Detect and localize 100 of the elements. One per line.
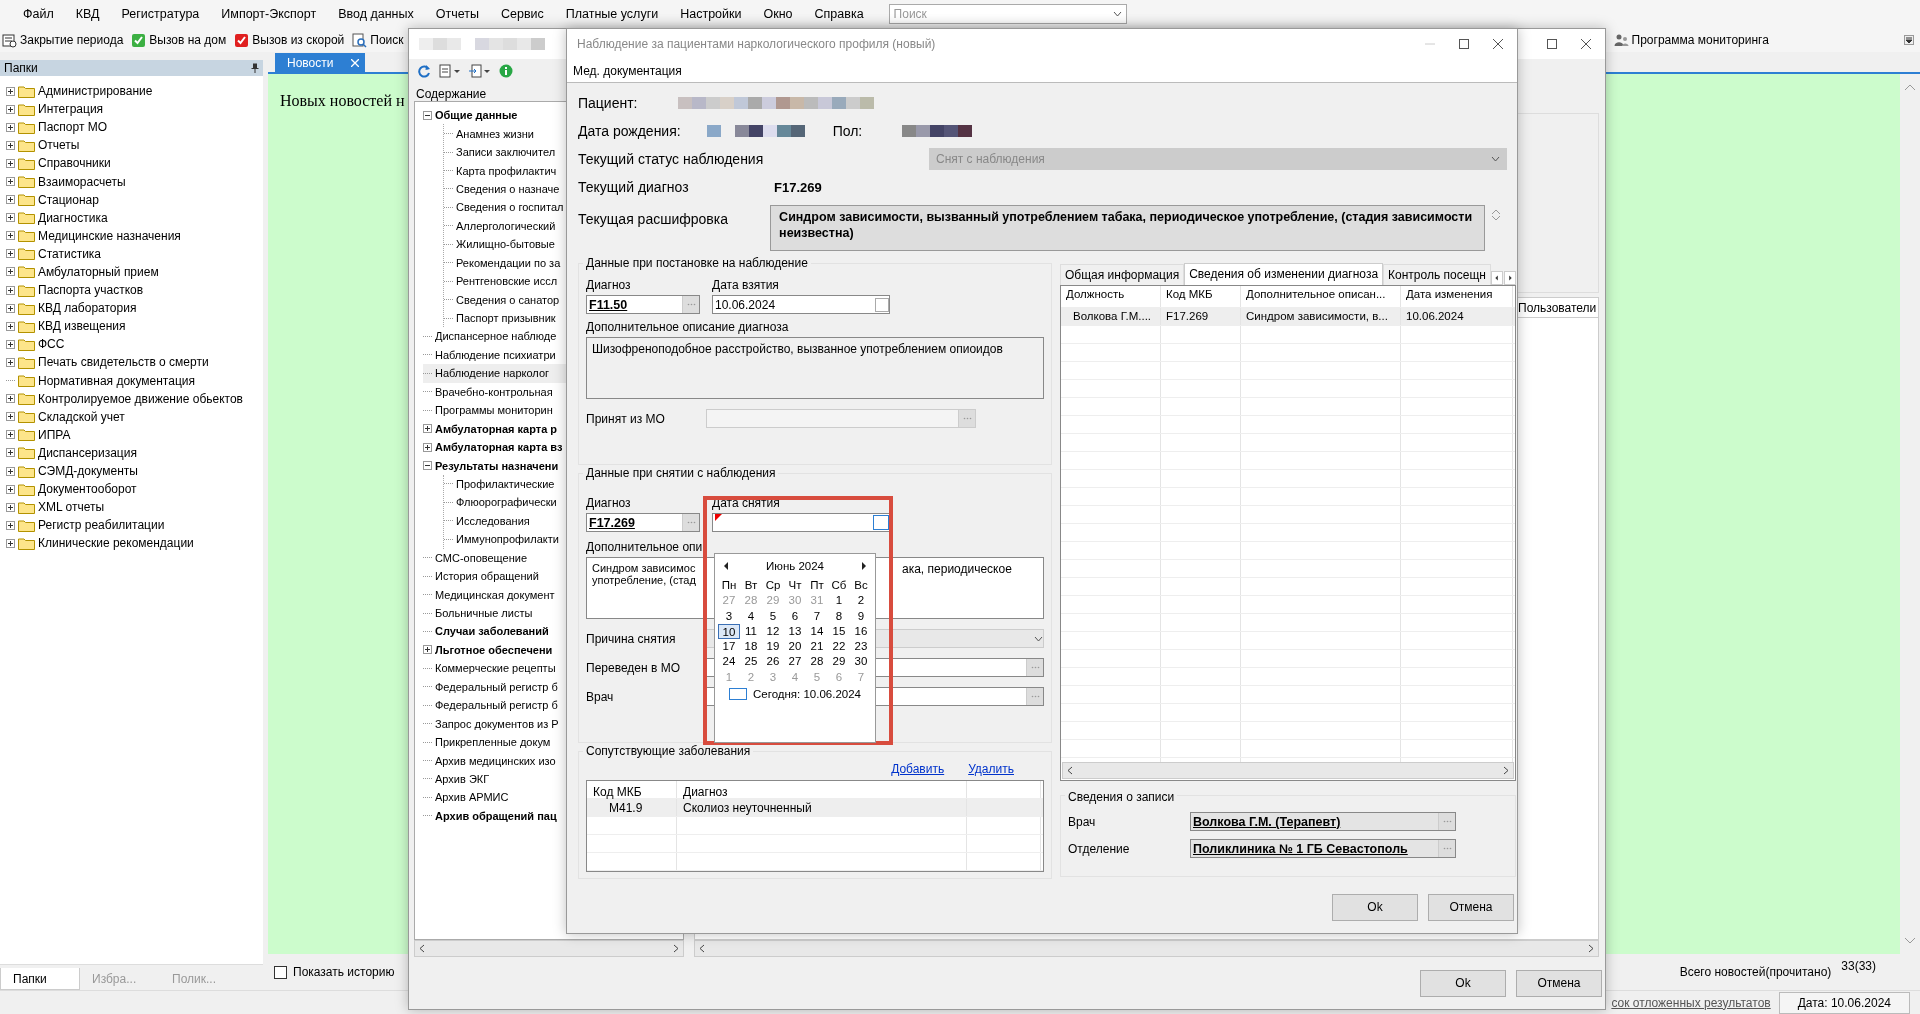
tree-item[interactable]: Профилактические bbox=[456, 477, 555, 490]
scroll-left-icon[interactable] bbox=[1491, 271, 1503, 285]
tree-item[interactable]: Документооборот bbox=[38, 482, 137, 497]
tree-item[interactable]: Справочники bbox=[38, 156, 111, 171]
collapse-icon[interactable] bbox=[423, 110, 432, 120]
calendar-day[interactable]: 24 bbox=[718, 654, 740, 670]
today-link[interactable]: Сегодня: 10.06.2024 bbox=[753, 688, 861, 701]
lookup-field[interactable]: Волкова Г.М. (Терапевт) bbox=[1190, 812, 1456, 831]
tree-item[interactable]: Случаи заболеваний bbox=[435, 625, 549, 638]
menu-item[interactable]: Справка bbox=[805, 5, 873, 23]
tree-item[interactable]: Запрос документов из Р bbox=[435, 717, 559, 730]
tree-item[interactable]: Администрирование bbox=[38, 84, 153, 99]
tree-item[interactable]: Паспорт МО bbox=[38, 120, 108, 135]
toolbar-button[interactable]: Закрытие периода bbox=[2, 32, 124, 48]
expand-icon[interactable] bbox=[6, 412, 15, 422]
tree-item[interactable]: СЭМД-документы bbox=[38, 464, 138, 478]
tree-item[interactable]: Врачебно-контрольная bbox=[435, 385, 553, 398]
tree-item[interactable]: Сведения о санатор bbox=[456, 293, 560, 306]
tree-item[interactable]: Сведения о назначе bbox=[456, 182, 560, 195]
tree-item[interactable]: Больничные листы bbox=[435, 607, 533, 620]
calendar-day[interactable]: 15 bbox=[828, 623, 850, 640]
checkbox-label[interactable]: Показать историю bbox=[293, 965, 395, 979]
tree-item[interactable]: Записи заключител bbox=[456, 146, 556, 159]
next-month-icon[interactable] bbox=[861, 562, 867, 570]
expand-icon[interactable] bbox=[6, 484, 15, 494]
expand-icon[interactable] bbox=[6, 430, 15, 440]
calendar-day[interactable]: 11 bbox=[740, 623, 762, 640]
tree-item[interactable]: Аллергологический bbox=[456, 219, 556, 232]
tree-item[interactable]: КВД извещения bbox=[38, 319, 126, 334]
tree-item[interactable]: Диспансерное наблюде bbox=[435, 330, 557, 343]
delete-link[interactable]: Удалить bbox=[968, 762, 1014, 776]
tree-item[interactable]: Рентгеновские иссл bbox=[456, 275, 558, 288]
calendar-day[interactable]: 3 bbox=[718, 608, 740, 624]
info-icon[interactable] bbox=[499, 64, 513, 78]
menu-item[interactable]: Файл bbox=[14, 5, 63, 23]
expand-icon[interactable] bbox=[6, 122, 15, 132]
menu-item[interactable]: Отчеты bbox=[426, 5, 488, 23]
calendar-day[interactable]: 28 bbox=[806, 654, 828, 670]
expand-icon[interactable] bbox=[6, 538, 15, 548]
toolbar-button[interactable]: Вызов на дом bbox=[131, 32, 227, 48]
lookup-field[interactable]: Поликлиника № 1 ГБ Севастополь bbox=[1190, 839, 1456, 858]
tree-item[interactable]: Льготное обеспечени bbox=[435, 643, 553, 656]
expand-icon[interactable] bbox=[6, 466, 15, 476]
tree-item[interactable]: Наблюдение психиатри bbox=[435, 348, 556, 361]
tree-item[interactable]: Интеграция bbox=[38, 102, 104, 117]
toolbar-button[interactable]: Вызов из скорой bbox=[234, 32, 345, 48]
tab[interactable]: Контроль посещн bbox=[1383, 264, 1491, 285]
tree-item[interactable]: Общие данные bbox=[435, 109, 518, 122]
tree-item[interactable]: Коммерческие рецепты bbox=[435, 662, 556, 675]
refresh-icon[interactable] bbox=[417, 64, 431, 78]
document-menu-icon[interactable] bbox=[439, 64, 461, 78]
tree-item[interactable]: Контролируемое движение обьектов bbox=[38, 391, 243, 406]
tree-item[interactable]: Жилищно-бытовые bbox=[456, 238, 555, 251]
menu-item[interactable]: Сервис bbox=[491, 5, 553, 23]
expand-icon[interactable] bbox=[423, 424, 432, 434]
tree-item[interactable]: Федеральный регистр б bbox=[435, 680, 558, 693]
menu-item[interactable]: Платные услуги bbox=[556, 5, 668, 23]
expand-icon[interactable] bbox=[6, 231, 15, 241]
expand-icon[interactable] bbox=[6, 520, 15, 530]
calendar-day[interactable]: 23 bbox=[850, 639, 872, 655]
tree-item[interactable]: Архив АРМИС bbox=[435, 791, 509, 804]
previous-month-icon[interactable] bbox=[723, 562, 729, 570]
calendar-day[interactable]: 29 bbox=[828, 654, 850, 670]
maximize-icon[interactable] bbox=[1459, 39, 1469, 49]
tree-item[interactable]: Архив медицинских изо bbox=[435, 754, 556, 767]
checkbox[interactable] bbox=[274, 965, 287, 979]
expand-icon[interactable] bbox=[6, 104, 15, 114]
expand-icon[interactable] bbox=[6, 195, 15, 205]
tab[interactable]: Пользователи bbox=[1515, 297, 1599, 317]
tree-item[interactable]: Архив ЭКГ bbox=[435, 772, 490, 785]
calendar-day[interactable]: 10 bbox=[718, 623, 740, 640]
toolbar-button[interactable]: Поиск bbox=[352, 32, 404, 48]
tree-item[interactable]: Клинические рекомендации bbox=[38, 536, 194, 551]
calendar-day[interactable]: 6 bbox=[784, 608, 806, 624]
scroll-right-icon[interactable] bbox=[1504, 271, 1516, 285]
expand-icon[interactable] bbox=[6, 394, 15, 404]
tree-item[interactable]: Сведения о госпитал bbox=[456, 201, 564, 214]
expand-icon[interactable] bbox=[6, 140, 15, 150]
expand-icon[interactable] bbox=[6, 339, 15, 349]
menu-item[interactable]: Регистратура bbox=[112, 5, 209, 23]
pin-icon[interactable] bbox=[251, 63, 259, 73]
tree-item[interactable]: Стационар bbox=[38, 192, 99, 207]
tree-item[interactable]: Рекомендации по за bbox=[456, 256, 561, 269]
dialog-button[interactable]: Ok bbox=[1420, 969, 1506, 997]
expand-icon[interactable] bbox=[6, 213, 15, 223]
expand-icon[interactable] bbox=[6, 357, 15, 367]
calendar-toggle-icon[interactable] bbox=[873, 515, 889, 530]
tree-item[interactable]: Отчеты bbox=[38, 138, 80, 153]
expand-icon[interactable] bbox=[6, 303, 15, 313]
date-field[interactable] bbox=[712, 513, 890, 532]
menu-item[interactable]: Импорт-Экспорт bbox=[212, 5, 326, 23]
maximize-icon[interactable] bbox=[1547, 39, 1557, 49]
diagnosis-field[interactable]: F17.269 bbox=[586, 513, 700, 532]
tree-item[interactable]: Паспорт призывник bbox=[456, 312, 556, 325]
calendar-day[interactable]: 30 bbox=[850, 654, 872, 670]
expand-icon[interactable] bbox=[423, 645, 432, 655]
expand-icon[interactable] bbox=[6, 267, 15, 277]
tree-item[interactable]: Диспансеризация bbox=[38, 445, 137, 460]
tree-item[interactable]: История обращений bbox=[435, 570, 539, 583]
expand-icon[interactable] bbox=[6, 158, 15, 168]
